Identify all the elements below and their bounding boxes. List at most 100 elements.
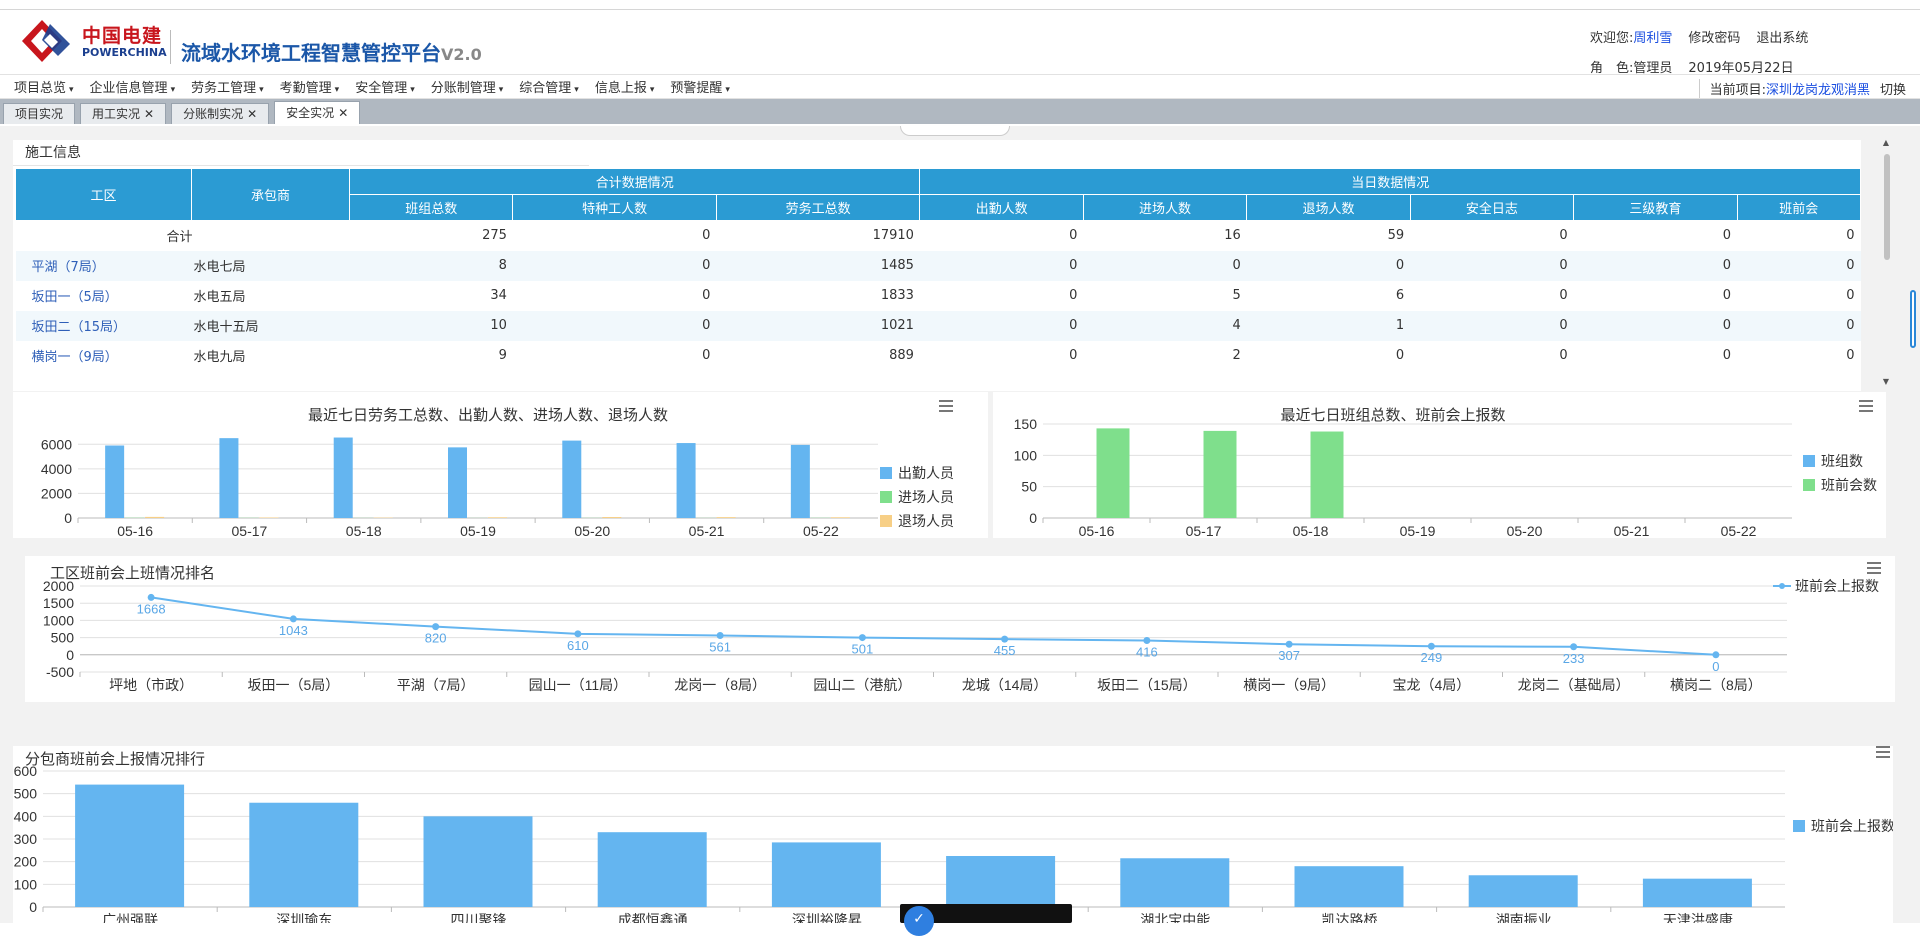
area-link[interactable]: 坂田一（5局）: [32, 290, 118, 305]
chart-title: 分包商班前会上报情况排行: [25, 751, 205, 768]
scroll-down-arrow-icon[interactable]: ▼: [1880, 377, 1892, 386]
tab-label: 安全实况: [286, 106, 334, 120]
bar-series0-7: [1295, 866, 1404, 907]
y-tick-label: 150: [1014, 416, 1038, 432]
chart-menu-icon[interactable]: [1867, 562, 1881, 574]
close-icon[interactable]: ✕: [338, 106, 348, 120]
table-cell: 0: [513, 251, 717, 281]
page-scrollbar-thumb[interactable]: [1910, 290, 1916, 348]
menu-item-5[interactable]: 分账制管理▾: [423, 77, 512, 96]
table-scrollbar-thumb[interactable]: [1884, 154, 1890, 260]
y-tick-label: 0: [64, 510, 72, 526]
table-cell: 0: [1737, 311, 1860, 341]
x-tick-label: 横岗二（8局）: [1670, 677, 1762, 693]
series-line: [151, 597, 1716, 654]
chart-menu-icon[interactable]: [1876, 746, 1890, 758]
y-tick-label: 0: [1029, 510, 1037, 526]
area-cell[interactable]: 坂田一（5局）: [16, 281, 192, 311]
x-tick-label: 龙岗一（8局）: [674, 677, 766, 693]
data-label: 1043: [279, 623, 308, 638]
brand-en: POWERCHINA: [82, 46, 167, 60]
close-icon[interactable]: ✕: [247, 107, 257, 121]
data-label: 1668: [137, 601, 166, 616]
data-point: [1712, 651, 1719, 658]
table-cell: 10: [350, 311, 513, 341]
y-tick-label: 100: [1014, 447, 1038, 463]
area-cell[interactable]: 平湖（7局）: [16, 251, 192, 281]
table-cell: 0: [1737, 281, 1860, 311]
bar-series2-5: [717, 517, 736, 518]
y-tick-label: 2000: [43, 578, 74, 594]
tab-bar: 项目实况用工实况✕分账制实况✕ 安全实况 ✕: [0, 99, 1920, 124]
x-tick-label: 05-16: [117, 523, 153, 538]
bar-series0-4: [562, 441, 581, 518]
logout-link[interactable]: 退出系统: [1756, 24, 1808, 54]
collapse-handle[interactable]: [900, 126, 1010, 136]
x-tick-label: 05-19: [1400, 523, 1436, 538]
area-link[interactable]: 平湖（7局）: [32, 260, 105, 275]
current-project-link[interactable]: 深圳龙岗龙观消黑: [1766, 83, 1870, 98]
change-password-link[interactable]: 修改密码: [1688, 24, 1740, 54]
x-tick-label: 凯达路桥: [1322, 912, 1378, 923]
menu-item-label: 劳务工管理: [191, 81, 256, 96]
menu-item-3[interactable]: 考勤管理▾: [272, 77, 348, 96]
tab-2[interactable]: 分账制实况✕: [171, 103, 269, 124]
bar-series2-3: [488, 517, 507, 518]
menu-item-label: 项目总览: [14, 81, 66, 96]
table-scrollbar[interactable]: ▲ ▼: [1880, 138, 1892, 386]
chart-menu-icon[interactable]: [939, 400, 953, 412]
table-cell: 0: [513, 281, 717, 311]
area-link[interactable]: 横岗一（9局）: [32, 350, 118, 365]
x-tick-label: 05-17: [1186, 523, 1222, 538]
chart-title: 最近七日班组总数、班前会上报数: [1280, 407, 1505, 424]
bar-series1-1: [1204, 431, 1237, 518]
y-tick-label: 4000: [41, 461, 72, 477]
data-label: 501: [852, 642, 874, 657]
menu-item-7[interactable]: 信息上报▾: [587, 77, 663, 96]
switch-project-button[interactable]: 切换: [1880, 83, 1906, 98]
caret-down-icon: ▾: [259, 85, 264, 95]
menu-item-label: 考勤管理: [280, 81, 332, 96]
y-tick-label: 0: [29, 899, 37, 915]
bar-series0-2: [424, 816, 533, 907]
area-cell[interactable]: 横岗一（9局）: [16, 341, 192, 371]
scroll-up-arrow-icon[interactable]: ▲: [1880, 138, 1892, 147]
table-row: 横岗一（9局）水电九局90889020000: [16, 341, 1861, 371]
page-scrollbar[interactable]: [1908, 290, 1918, 350]
menu-item-6[interactable]: 综合管理▾: [511, 77, 587, 96]
table-row: 坂田一（5局）水电五局3401833056000: [16, 281, 1861, 311]
chart-menu-icon[interactable]: [1859, 400, 1873, 412]
bar-series0-8: [1469, 875, 1578, 907]
menu-item-2[interactable]: 劳务工管理▾: [183, 77, 272, 96]
app-header: 中国电建 POWERCHINA 流域水环境工程智慧管控平台V2.0 欢迎您:周利…: [0, 10, 1920, 74]
table-cell: 0: [1247, 341, 1410, 371]
area-cell[interactable]: 坂田二（15局）: [16, 311, 192, 341]
x-tick-label: 05-19: [460, 523, 496, 538]
menu-item-8[interactable]: 预警提醒▾: [662, 77, 738, 96]
menu-item-4[interactable]: 安全管理▾: [347, 77, 423, 96]
table-cell: 0: [920, 341, 1083, 371]
menu-item-1[interactable]: 企业信息管理▾: [82, 77, 184, 96]
user-name-link[interactable]: 周利雪: [1633, 31, 1672, 46]
data-label: 610: [567, 638, 589, 653]
table-cell: 1485: [716, 251, 920, 281]
legend-marker: [880, 491, 892, 503]
area-link[interactable]: 坂田二（15局）: [32, 320, 127, 335]
tab-1[interactable]: 用工实况✕: [80, 103, 166, 124]
table-row: 平湖（7局）水电七局801485000000: [16, 251, 1861, 281]
menu-list: 项目总览▾企业信息管理▾劳务工管理▾考勤管理▾安全管理▾分账制管理▾综合管理▾信…: [0, 77, 738, 96]
tab-0[interactable]: 项目实况: [3, 103, 75, 124]
menu-item-label: 预警提醒: [670, 81, 722, 96]
col-contractor: 承包商: [192, 169, 350, 221]
bar-series0-5: [946, 856, 1055, 907]
bar-series0-1: [219, 438, 238, 518]
data-point: [1001, 636, 1008, 643]
floating-toolbar[interactable]: ✓: [900, 904, 1072, 923]
table-cell: 0: [513, 311, 717, 341]
brand-cn: 中国电建: [82, 26, 167, 46]
tab-3[interactable]: 安全实况 ✕: [274, 101, 360, 124]
close-icon[interactable]: ✕: [144, 107, 154, 121]
menu-item-0[interactable]: 项目总览▾: [6, 77, 82, 96]
floating-app-icon[interactable]: ✓: [904, 906, 934, 936]
x-tick-label: 05-17: [232, 523, 268, 538]
